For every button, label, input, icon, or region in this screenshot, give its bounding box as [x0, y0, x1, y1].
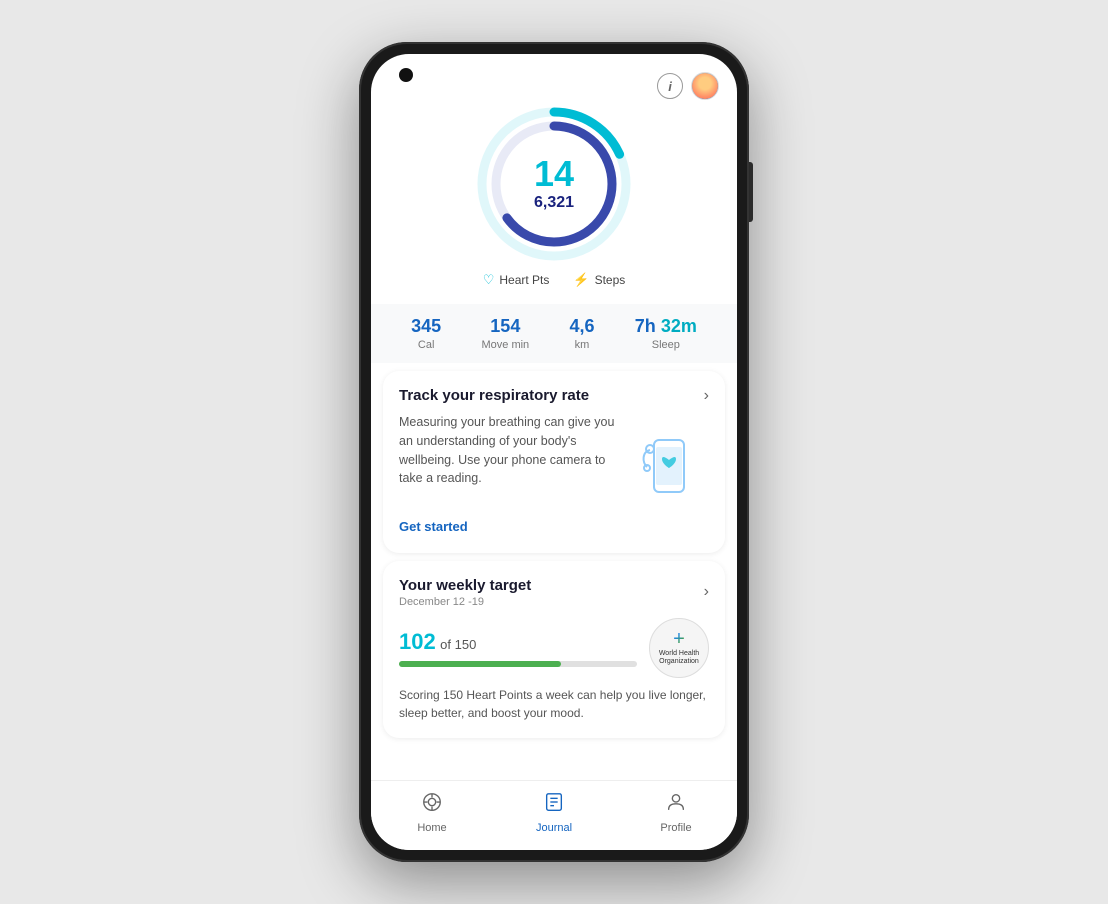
- respiratory-card-body: Measuring your breathing can give you an…: [399, 413, 709, 537]
- respiratory-title: Track your respiratory rate: [399, 387, 589, 404]
- avatar[interactable]: [691, 72, 719, 100]
- progress-bar-fill: [399, 661, 561, 667]
- phone-frame: i: [359, 42, 749, 862]
- profile-icon: [665, 791, 687, 819]
- ring-section: 14 6,321 ♡ Heart Pts ⚡ Steps: [371, 94, 737, 304]
- bottom-spacer: [371, 746, 737, 762]
- respiratory-card-header: Track your respiratory rate ›: [399, 387, 709, 405]
- target-arrow-icon[interactable]: ›: [704, 583, 709, 601]
- header-icons: i: [657, 72, 719, 100]
- get-started-link[interactable]: Get started: [399, 517, 468, 537]
- stat-sleep: 7h 32m Sleep: [635, 316, 697, 351]
- ring-legend: ♡ Heart Pts ⚡ Steps: [483, 272, 626, 288]
- stats-row: 345 Cal 154 Move min 4,6 km: [371, 304, 737, 363]
- heart-pts-label: Heart Pts: [499, 273, 549, 287]
- nav-profile[interactable]: Profile: [615, 787, 737, 838]
- journal-nav-label: Journal: [536, 822, 572, 834]
- steps-icon: ⚡: [573, 272, 589, 288]
- target-title: Your weekly target: [399, 577, 531, 594]
- progress-bar-bg: [399, 661, 637, 667]
- home-icon: [421, 791, 443, 819]
- sleep-label: Sleep: [635, 339, 697, 351]
- phone-screen: i: [371, 54, 737, 850]
- cal-value: 345: [411, 316, 441, 337]
- km-label: km: [569, 339, 594, 351]
- target-body: 102 of 150 + World HealthOrganization: [399, 618, 709, 678]
- nav-journal[interactable]: Journal: [493, 787, 615, 838]
- move-label: Move min: [481, 339, 529, 351]
- bottom-nav: Home Journal: [371, 780, 737, 850]
- ring-center: 14 6,321: [534, 156, 574, 212]
- target-header: Your weekly target December 12 -19 ›: [399, 577, 709, 608]
- of-total: of 150: [440, 637, 476, 652]
- stat-cal: 345 Cal: [411, 316, 441, 351]
- heart-pts-value: 14: [534, 156, 574, 192]
- respiratory-arrow-icon[interactable]: ›: [704, 387, 709, 405]
- home-nav-label: Home: [417, 822, 446, 834]
- respiratory-illustration: [629, 413, 709, 537]
- respiratory-body-text: Measuring your breathing can give you an…: [399, 413, 617, 537]
- progress-label: 102 of 150: [399, 629, 637, 655]
- target-date: December 12 -19: [399, 596, 531, 608]
- km-value: 4,6: [569, 316, 594, 337]
- weekly-target-card: Your weekly target December 12 -19 › 102…: [383, 561, 725, 738]
- camera-hole: [399, 68, 413, 82]
- respiratory-card: Track your respiratory rate › Measuring …: [383, 371, 725, 553]
- journal-icon: [543, 791, 565, 819]
- legend-steps: ⚡ Steps: [573, 272, 625, 288]
- who-plus-icon: +: [673, 629, 685, 649]
- target-body-text: Scoring 150 Heart Points a week can help…: [399, 686, 709, 722]
- move-value: 154: [481, 316, 529, 337]
- profile-nav-label: Profile: [660, 822, 691, 834]
- stat-move: 154 Move min: [481, 316, 529, 351]
- stat-km: 4,6 km: [569, 316, 594, 351]
- current-pts: 102: [399, 629, 436, 654]
- steps-label: Steps: [595, 273, 626, 287]
- legend-heart-pts: ♡ Heart Pts: [483, 272, 550, 288]
- nav-home[interactable]: Home: [371, 787, 493, 838]
- steps-value: 6,321: [534, 194, 574, 212]
- info-icon[interactable]: i: [657, 73, 683, 99]
- target-progress-area: 102 of 150: [399, 629, 637, 667]
- heart-icon: ♡: [483, 272, 495, 288]
- who-text: World HealthOrganization: [659, 650, 699, 667]
- target-header-left: Your weekly target December 12 -19: [399, 577, 531, 608]
- cal-label: Cal: [411, 339, 441, 351]
- screen-content: 14 6,321 ♡ Heart Pts ⚡ Steps: [371, 54, 737, 780]
- sleep-value: 7h 32m: [635, 316, 697, 337]
- ring-chart: 14 6,321: [474, 104, 634, 264]
- who-badge: + World HealthOrganization: [649, 618, 709, 678]
- avatar-image: [692, 73, 718, 99]
- respiratory-svg: [632, 432, 707, 517]
